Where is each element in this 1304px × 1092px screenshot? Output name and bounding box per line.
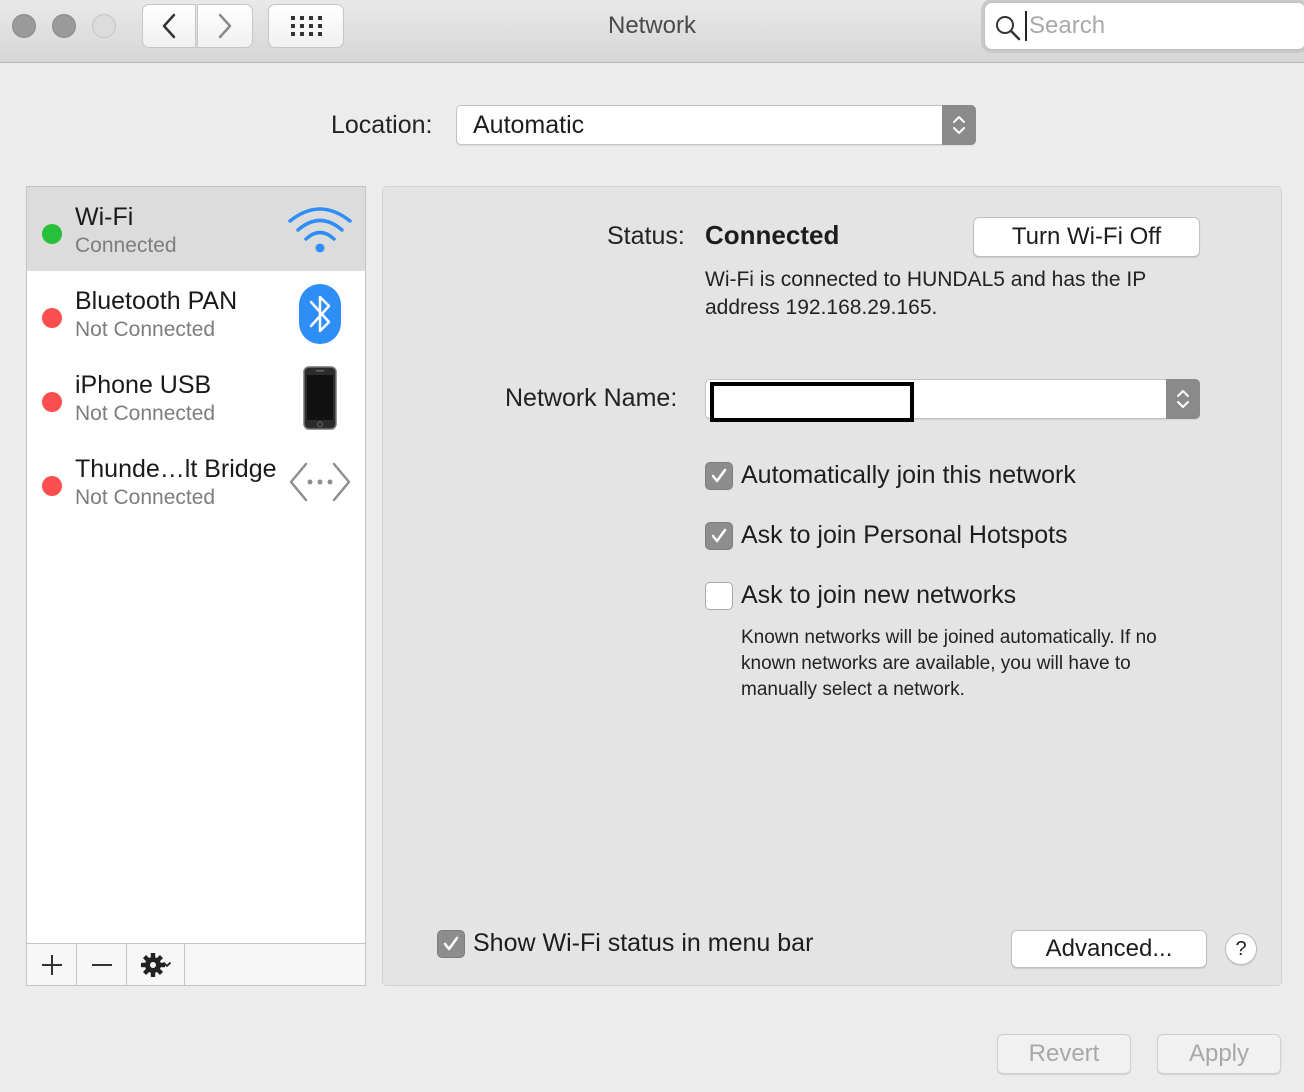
- service-name: Wi-Fi: [75, 203, 134, 231]
- service-actions-menu-button[interactable]: [127, 944, 185, 985]
- status-dot-red: [42, 476, 62, 496]
- popup-stepper-icon: [1166, 379, 1200, 419]
- new-networks-checkbox-row[interactable]: Ask to join new networks: [705, 581, 1016, 610]
- checkmark-icon: [443, 936, 459, 950]
- network-services-list: Wi-Fi Connected Bluetooth PAN Not Connec…: [26, 186, 366, 986]
- status-dot-red: [42, 308, 62, 328]
- service-item-iphone-usb[interactable]: iPhone USB Not Connected: [27, 355, 365, 439]
- network-name-label: Network Name:: [505, 384, 678, 412]
- service-name: iPhone USB: [75, 371, 212, 399]
- show-status-checkbox[interactable]: [437, 929, 465, 958]
- auto-join-label: Automatically join this network: [741, 461, 1076, 489]
- checkmark-icon: [711, 528, 727, 542]
- gear-icon: [140, 952, 171, 977]
- thunderbolt-bridge-icon: [285, 447, 355, 517]
- service-status: Connected: [75, 234, 177, 257]
- status-label: Status:: [607, 222, 685, 250]
- service-name: Bluetooth PAN: [75, 287, 238, 315]
- service-item-bluetooth-pan[interactable]: Bluetooth PAN Not Connected: [27, 271, 365, 355]
- status-description: Wi-Fi is connected to HUNDAL5 and has th…: [705, 268, 1146, 319]
- network-name-value: [710, 382, 914, 422]
- service-status: Not Connected: [75, 318, 216, 341]
- wifi-icon: [285, 195, 355, 265]
- add-service-button[interactable]: [27, 944, 77, 985]
- personal-hotspots-checkbox[interactable]: [705, 521, 733, 550]
- service-item-thunderbolt-bridge[interactable]: Thunde…lt Bridge Not Connected: [27, 439, 365, 523]
- iphone-icon: [285, 363, 355, 433]
- new-networks-checkbox[interactable]: [705, 581, 733, 610]
- known-networks-note: Known networks will be joined automatica…: [741, 627, 1157, 700]
- search-input[interactable]: [1025, 11, 1285, 41]
- remove-service-button[interactable]: [77, 944, 127, 985]
- popup-stepper-icon: [942, 105, 976, 145]
- apply-button[interactable]: Apply: [1157, 1034, 1281, 1074]
- location-popup[interactable]: Automatic: [456, 105, 976, 145]
- revert-button[interactable]: Revert: [997, 1034, 1131, 1074]
- show-status-checkbox-row[interactable]: Show Wi-Fi status in menu bar: [437, 929, 813, 958]
- personal-hotspots-label: Ask to join Personal Hotspots: [741, 521, 1068, 549]
- personal-hotspots-checkbox-row[interactable]: Ask to join Personal Hotspots: [705, 521, 1068, 550]
- minus-icon: [91, 963, 112, 966]
- bluetooth-icon: [285, 279, 355, 349]
- auto-join-checkbox[interactable]: [705, 461, 733, 490]
- service-item-wifi[interactable]: Wi-Fi Connected: [27, 187, 365, 271]
- service-status: Not Connected: [75, 486, 216, 509]
- show-status-label: Show Wi-Fi status in menu bar: [473, 929, 814, 957]
- turn-wifi-off-button[interactable]: Turn Wi-Fi Off: [973, 217, 1200, 257]
- help-button[interactable]: ?: [1225, 933, 1257, 965]
- service-name: Thunde…lt Bridge: [75, 455, 277, 483]
- new-networks-label: Ask to join new networks: [741, 581, 1017, 609]
- network-name-popup[interactable]: [705, 379, 1200, 422]
- status-dot-red: [42, 392, 62, 412]
- search-icon: [996, 16, 1021, 41]
- advanced-button[interactable]: Advanced...: [1011, 930, 1207, 968]
- wifi-detail-panel: Status: Connected Turn Wi-Fi Off Wi-Fi i…: [382, 186, 1282, 986]
- plus-icon: [41, 954, 62, 975]
- status-value: Connected: [705, 220, 840, 250]
- sidebar-toolbar: [27, 943, 365, 985]
- checkmark-icon: [711, 468, 727, 482]
- window-titlebar: Network: [0, 0, 1304, 63]
- auto-join-checkbox-row[interactable]: Automatically join this network: [705, 461, 1076, 490]
- status-dot-green: [42, 224, 62, 244]
- location-value: Automatic: [473, 111, 585, 139]
- service-status: Not Connected: [75, 402, 216, 425]
- location-label: Location:: [331, 111, 433, 139]
- search-field[interactable]: [984, 2, 1304, 50]
